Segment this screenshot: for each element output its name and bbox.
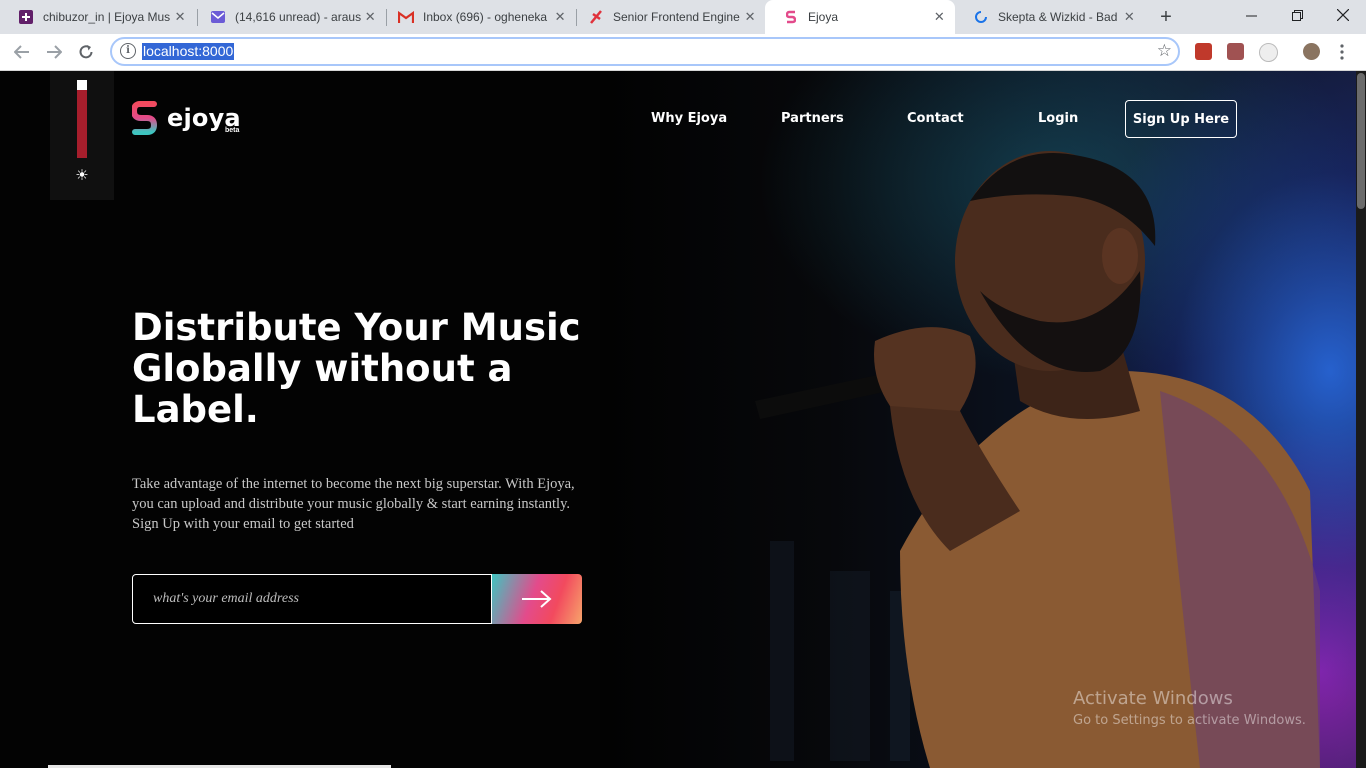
job-icon [588, 9, 604, 25]
ejoya-logo[interactable]: ejoya beta [132, 100, 241, 136]
browser-tab-mail[interactable]: (14,616 unread) - araus ✕ [192, 0, 386, 34]
ejoya-icon [783, 9, 799, 25]
nav-partners[interactable]: Partners [781, 111, 844, 126]
reload-icon [79, 45, 93, 59]
windows-activation-watermark: Activate Windows Go to Settings to activ… [1073, 688, 1306, 728]
ejoya-landing-page: ☀ ejoya beta Why Ejoya Partners Contact … [0, 71, 1366, 768]
reload-button[interactable] [75, 41, 97, 63]
close-window-icon [1337, 9, 1349, 21]
menu-icon[interactable] [1340, 43, 1344, 61]
browser-tab-skepta[interactable]: Skepta & Wizkid - Bad ✕ [955, 0, 1145, 34]
browser-toolbar: i localhost:8000 ☆ [0, 34, 1366, 71]
tab-title: chibuzor_in | Ejoya Mus [43, 10, 171, 24]
minimize-button[interactable] [1228, 0, 1274, 30]
restore-icon [1291, 9, 1303, 21]
nav-contact[interactable]: Contact [907, 111, 964, 126]
hero-performer-photo [600, 71, 1356, 768]
new-tab-button[interactable]: + [1155, 6, 1177, 29]
theme-slider-track[interactable] [77, 80, 87, 158]
sun-icon[interactable]: ☀ [73, 166, 91, 184]
extension-icon[interactable] [1195, 43, 1212, 60]
url-text[interactable]: localhost:8000 [142, 43, 235, 60]
forward-arrow-icon [47, 45, 62, 59]
close-tab-icon[interactable]: ✕ [362, 9, 378, 25]
ejoya-logo-icon [132, 101, 157, 135]
tab-title: (14,616 unread) - araus [235, 10, 362, 24]
close-tab-icon[interactable]: ✕ [742, 9, 758, 25]
tab-title: Ejoya [808, 10, 839, 24]
gmail-icon [398, 9, 414, 25]
browser-tab-gmail[interactable]: Inbox (696) - ogheneka ✕ [380, 0, 576, 34]
page-scrollbar[interactable] [1356, 71, 1366, 768]
close-tab-icon[interactable]: ✕ [172, 9, 188, 25]
forward-button[interactable] [43, 41, 65, 63]
email-submit-button[interactable] [492, 574, 582, 624]
sign-up-button[interactable]: Sign Up Here [1125, 100, 1237, 138]
email-input[interactable] [133, 575, 491, 623]
theme-slider-handle[interactable] [77, 80, 87, 90]
minimize-icon [1245, 15, 1257, 16]
profile-avatar[interactable] [1303, 43, 1320, 60]
site-info-icon[interactable]: i [120, 43, 136, 59]
close-tab-icon[interactable]: ✕ [552, 9, 568, 25]
theme-toggle-panel: ☀ [50, 71, 114, 200]
browser-tab-job[interactable]: Senior Frontend Engine ✕ [570, 0, 766, 34]
tab-title: Inbox (696) - ogheneka [423, 10, 548, 24]
tab-title: Senior Frontend Engine [613, 10, 740, 24]
beta-badge: beta [225, 127, 240, 134]
mail-icon [210, 9, 226, 25]
watermark-title: Activate Windows [1073, 688, 1233, 709]
address-bar[interactable]: i localhost:8000 ☆ [110, 37, 1180, 66]
browser-tab-strip: chibuzor_in | Ejoya Mus ✕ (14,616 unread… [0, 0, 1366, 34]
nav-why-ejoya[interactable]: Why Ejoya [651, 111, 727, 126]
extension-icon[interactable] [1259, 43, 1278, 62]
close-tab-icon[interactable]: ✕ [932, 9, 947, 25]
tab-title: Skepta & Wizkid - Bad [998, 10, 1118, 24]
back-arrow-icon [14, 45, 29, 59]
close-window-button[interactable] [1320, 0, 1366, 30]
hero-headline: Distribute Your Music Globally without a… [132, 306, 581, 431]
back-button[interactable] [11, 41, 33, 63]
pdf-extension-icon[interactable] [1227, 43, 1244, 60]
close-tab-icon[interactable]: ✕ [1122, 9, 1137, 25]
arrow-right-icon [522, 590, 552, 608]
browser-tab-ejoya[interactable]: Ejoya ✕ [765, 0, 955, 34]
browser-tab-slack[interactable]: chibuzor_in | Ejoya Mus ✕ [0, 0, 196, 34]
slack-icon [18, 9, 34, 25]
email-field-container [132, 574, 492, 624]
nav-login[interactable]: Login [1038, 111, 1078, 126]
bookmark-star-icon[interactable]: ☆ [1157, 41, 1172, 61]
hero-description: Take advantage of the internet to become… [132, 476, 575, 532]
loading-icon [973, 9, 989, 25]
scrollbar-thumb[interactable] [1357, 73, 1365, 209]
watermark-subtitle: Go to Settings to activate Windows. [1073, 713, 1306, 728]
restore-button[interactable] [1274, 0, 1320, 30]
